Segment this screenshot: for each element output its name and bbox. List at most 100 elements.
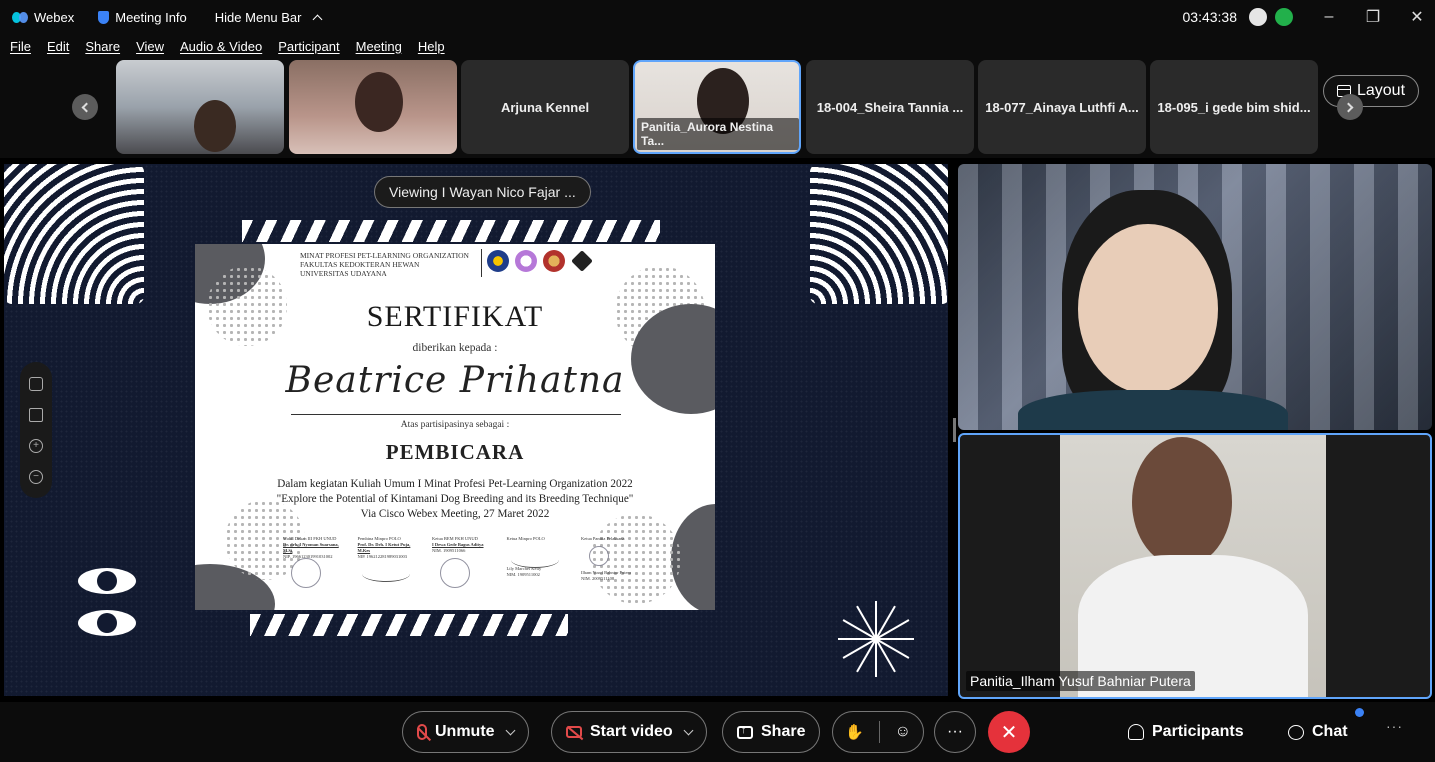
signature-id: NIM. 2009511108 <box>581 576 615 581</box>
decorative-stripes <box>250 614 568 636</box>
meeting-clock: 03:43:38 <box>1182 9 1238 25</box>
restore-button[interactable]: ❐ <box>1355 0 1391 34</box>
participant-video <box>355 72 403 132</box>
share-screen-icon <box>737 724 753 739</box>
fit-screen-icon[interactable] <box>29 407 43 422</box>
dog-logo-icon <box>571 250 593 272</box>
participants-icon <box>1128 724 1144 740</box>
signature-id: NIP. 196612301991031002 <box>283 554 333 559</box>
viewing-indicator[interactable]: Viewing I Wayan Nico Fajar ... <box>374 176 591 208</box>
participant-thumbnail[interactable] <box>289 60 457 154</box>
org-line: Minat Profesi Pet-Learning Organization <box>300 251 469 260</box>
chevron-left-icon <box>81 102 92 112</box>
chat-notification-badge <box>1355 708 1364 717</box>
org-line: Fakultas Kedokteran Hewan <box>300 260 420 269</box>
more-options-button[interactable]: ··· <box>934 711 976 753</box>
chevron-down-icon[interactable] <box>505 725 516 735</box>
chat-icon <box>1288 724 1304 740</box>
reactions-group: ✋ ☺ <box>832 711 924 753</box>
signature-block: Pembina Minpro POLO Prof. Dr. Drh. I Ket… <box>358 536 420 604</box>
participants-button[interactable]: Participants <box>1128 711 1244 753</box>
decorative-swirl <box>810 164 948 304</box>
hide-menu-bar-button[interactable]: Hide Menu Bar <box>214 9 322 25</box>
reactions-divider <box>878 721 880 743</box>
annotate-icon[interactable] <box>29 376 43 391</box>
menu-audio-video[interactable]: Audio & Video <box>180 39 262 54</box>
start-video-button[interactable]: Start video <box>551 711 707 753</box>
menu-view[interactable]: View <box>136 39 164 54</box>
bem-logo-icon <box>543 250 565 272</box>
participant-thumbnail-active[interactable]: Panitia_Aurora Nestina Ta... <box>633 60 801 154</box>
signature-scribble <box>510 552 559 568</box>
raise-hand-icon[interactable]: ✋ <box>845 723 864 741</box>
menu-file[interactable]: File <box>10 39 31 54</box>
description-line: Via Cisco Webex Meeting, 27 Maret 2022 <box>360 508 550 520</box>
signature-block: Ketua Panitia Pelaksana Ilham Yusuf Bahn… <box>581 536 643 604</box>
signature-id: NIM. 1909511066 <box>432 548 466 553</box>
thumbnail-name: 18-077_Ainaya Luthfi A... <box>985 99 1139 115</box>
org-logos <box>487 250 593 272</box>
certificate-org: Minat Profesi Pet-Learning Organization … <box>300 251 469 278</box>
end-meeting-button[interactable]: ✕ <box>988 711 1030 753</box>
menu-help[interactable]: Help <box>418 39 445 54</box>
menu-edit[interactable]: Edit <box>47 39 69 54</box>
meeting-info-label: Meeting Info <box>115 9 187 25</box>
meeting-info-button[interactable]: Meeting Info <box>98 10 187 25</box>
participant-thumbnail[interactable] <box>116 60 284 154</box>
participant-thumbnail[interactable]: 18-077_Ainaya Luthfi A... <box>978 60 1146 154</box>
menu-meeting[interactable]: Meeting <box>356 39 402 54</box>
signature-role: Ketua Minpro POLO <box>506 536 545 541</box>
org-line: Universitas Udayana <box>300 269 387 278</box>
participant-video-tile-active[interactable]: Panitia_Ilham Yusuf Bahniar Putera <box>958 433 1432 699</box>
status-icon[interactable] <box>1249 8 1267 26</box>
participant-thumbnail[interactable]: 18-004_Sheira Tannia ... <box>806 60 974 154</box>
title-bar: Webex Meeting Info Hide Menu Bar 03:43:3… <box>0 0 1435 34</box>
zoom-in-icon[interactable]: + <box>29 438 43 453</box>
decorative-stripes <box>242 220 660 242</box>
chat-label: Chat <box>1312 723 1348 740</box>
recipient-underline <box>291 414 621 415</box>
signature-role: Ketua Panitia Pelaksana <box>581 536 625 541</box>
zoom-out-icon[interactable]: − <box>29 469 43 484</box>
signature-block: Wakil Dekan III FKH UNUD Dr. drh. I Nyom… <box>283 536 345 604</box>
participant-thumbnail[interactable]: Arjuna Kennel <box>461 60 629 154</box>
participant-face <box>1078 224 1218 394</box>
signature-scribble <box>361 566 410 582</box>
participant-video <box>194 100 236 152</box>
thumbnail-name: 18-004_Sheira Tannia ... <box>816 99 964 115</box>
signature-block: Ketua BEM FKH UNUD I Dewa Gede Bagus Adi… <box>432 536 494 604</box>
reactions-icon[interactable]: ☺ <box>895 723 911 741</box>
thumbnail-name: Arjuna Kennel <box>500 99 590 115</box>
video-name-label: Panitia_Ilham Yusuf Bahniar Putera <box>966 671 1195 691</box>
eye-decoration-icon <box>78 610 136 636</box>
panel-more-button[interactable]: ··· <box>1386 718 1403 734</box>
webex-app-menu[interactable]: Webex <box>12 10 74 25</box>
share-label: Share <box>761 723 806 740</box>
strip-prev-button[interactable] <box>72 94 98 120</box>
camera-off-icon <box>566 726 582 738</box>
app-name: Webex <box>34 9 75 25</box>
participant-video-tile[interactable] <box>958 164 1432 430</box>
network-health-icon[interactable] <box>1275 8 1293 26</box>
close-button[interactable]: ✕ <box>1399 0 1435 34</box>
hide-menu-bar-label: Hide Menu Bar <box>214 9 302 25</box>
participant-thumbnail[interactable]: 18-095_i gede bim shid... <box>1150 60 1318 154</box>
minimize-button[interactable]: – <box>1311 0 1347 34</box>
strip-next-button[interactable] <box>1337 94 1363 120</box>
certificate-title: SERTIFIKAT <box>366 300 544 333</box>
description-line: Dalam kegiatan Kuliah Umum I Minat Profe… <box>277 478 633 490</box>
stamp-icon <box>440 558 470 588</box>
signature-scribble <box>589 546 609 566</box>
chat-button[interactable]: Chat <box>1288 711 1348 753</box>
shared-content[interactable]: Viewing I Wayan Nico Fajar ... + − Minat… <box>4 164 948 696</box>
panel-resize-handle[interactable] <box>953 418 956 442</box>
chevron-down-icon[interactable] <box>683 725 694 735</box>
microphone-off-icon <box>417 724 427 740</box>
share-button[interactable]: Share <box>722 711 821 753</box>
menu-participant[interactable]: Participant <box>278 39 339 54</box>
unmute-button[interactable]: Unmute <box>402 711 529 753</box>
menu-share[interactable]: Share <box>85 39 120 54</box>
shield-icon <box>98 10 110 24</box>
faculty-logo-icon <box>515 250 537 272</box>
org-divider <box>481 249 482 277</box>
